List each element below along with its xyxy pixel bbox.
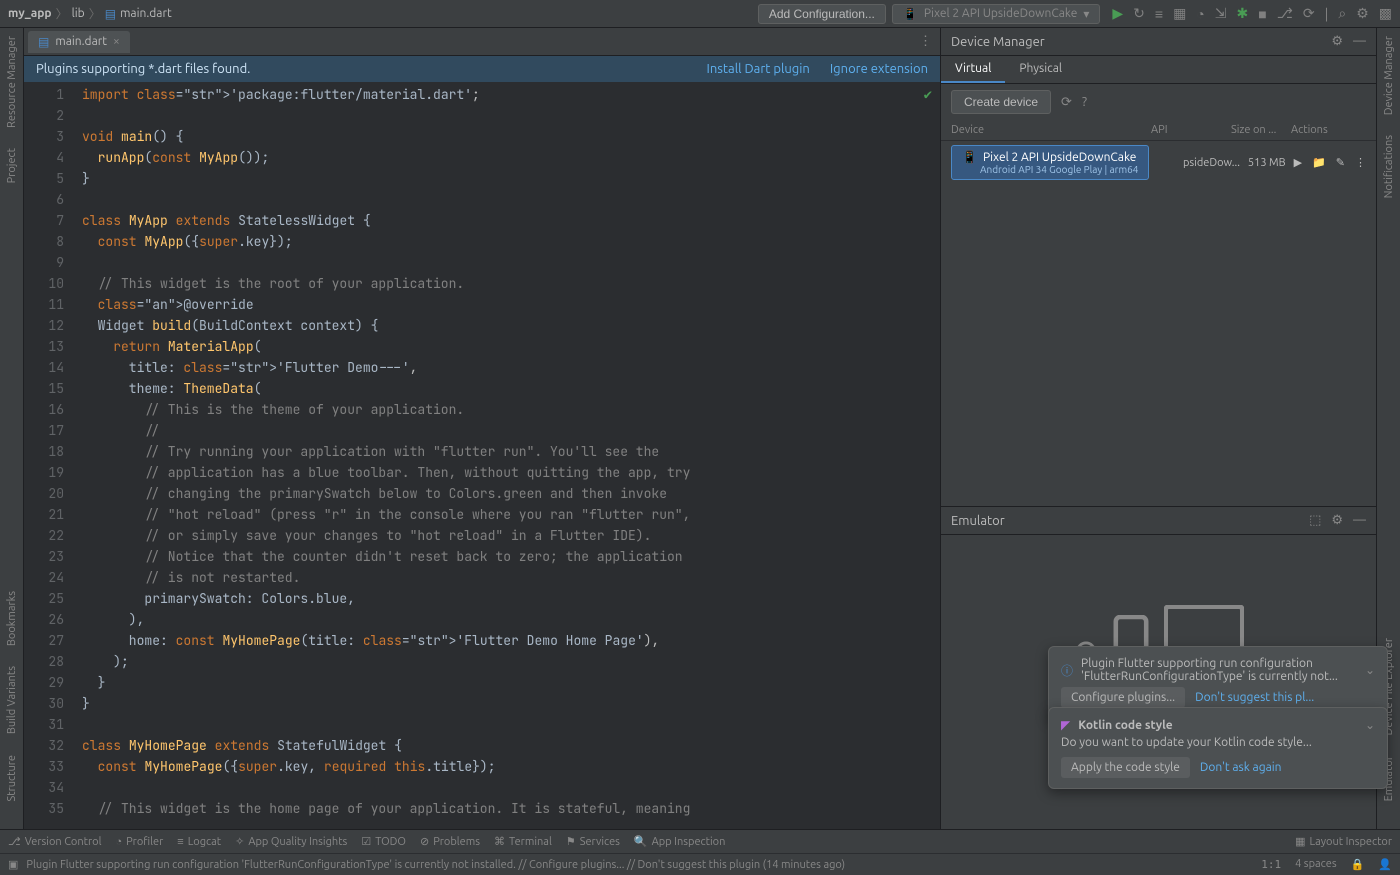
code-editor[interactable]: 1 2 3 4 5 6 7 8 9 10 11 12 13 14 15 16 1… — [24, 82, 940, 829]
run-icon[interactable]: ▶ — [1112, 5, 1123, 22]
chevron-down-icon[interactable]: ⌄ — [1365, 663, 1375, 677]
breadcrumb-project[interactable]: my_app — [8, 7, 52, 20]
notification-kotlin: ◤ Kotlin code style ⌄ Do you want to upd… — [1048, 707, 1388, 789]
rail-structure[interactable]: Structure — [6, 755, 18, 802]
tool-app-quality[interactable]: ✧ App Quality Insights — [235, 835, 347, 848]
dart-file-icon: ▤ — [38, 35, 49, 49]
minimize-icon[interactable]: — — [1353, 513, 1366, 528]
device-selector[interactable]: 📱 Pixel 2 API UpsideDownCake ▾ — [892, 4, 1100, 24]
plugin-banner: Plugins supporting *.dart files found. I… — [24, 56, 940, 82]
apply-code-style-button[interactable]: Apply the code style — [1061, 757, 1190, 778]
debug-icon[interactable]: ≡ — [1155, 6, 1163, 22]
dart-file-icon: ▤ — [105, 7, 116, 21]
coverage-icon[interactable]: ▦ — [1173, 5, 1186, 22]
device-api: psideDow... — [1183, 157, 1240, 169]
window-icon[interactable]: ⬚ — [1309, 513, 1321, 528]
kotlin-icon: ◤ — [1061, 718, 1070, 732]
tool-problems[interactable]: ⊘ Problems — [420, 835, 480, 848]
device-manager-header: Device Manager ⚙ — — [941, 28, 1376, 56]
create-device-button[interactable]: Create device — [951, 90, 1051, 114]
banner-message: Plugins supporting *.dart files found. — [36, 62, 250, 76]
add-configuration-button[interactable]: Add Configuration... — [758, 4, 886, 24]
close-icon[interactable]: × — [113, 35, 120, 48]
gear-icon[interactable]: ⚙ — [1331, 513, 1343, 528]
sync-icon[interactable]: ⟳ — [1303, 5, 1315, 22]
breadcrumb: my_app 〉 lib 〉 ▤main.dart — [8, 5, 172, 22]
device-row[interactable]: 📱Pixel 2 API UpsideDownCake Android API … — [941, 141, 1376, 184]
status-message: Plugin Flutter supporting run configurat… — [26, 859, 845, 871]
rail-resource-manager[interactable]: Resource Manager — [6, 36, 18, 128]
bug-icon[interactable]: ✱ — [1237, 5, 1249, 22]
rerun-icon[interactable]: ↻ — [1133, 5, 1145, 22]
tool-services[interactable]: ⚑ Services — [566, 835, 620, 848]
rail-build-variants[interactable]: Build Variants — [6, 666, 18, 734]
edit-icon[interactable]: ✎ — [1336, 156, 1345, 169]
play-icon[interactable]: ▶ — [1294, 156, 1302, 169]
tab-virtual[interactable]: Virtual — [941, 56, 1005, 83]
tool-app-inspection[interactable]: 🔍 App Inspection — [634, 835, 725, 848]
minimize-icon[interactable]: — — [1353, 34, 1366, 49]
chevron-down-icon: ▾ — [1083, 7, 1089, 21]
emulator-header: Emulator ⬚ ⚙ — — [941, 507, 1376, 535]
help-icon[interactable]: ? — [1082, 95, 1087, 109]
tool-profiler[interactable]: ◔ Profiler — [115, 836, 163, 848]
gear-icon[interactable]: ⚙ — [1331, 34, 1343, 49]
notification-title: Plugin Flutter supporting run configurat… — [1081, 657, 1357, 683]
profile-icon[interactable]: ◔ — [1196, 6, 1204, 22]
tool-logcat[interactable]: ≡ Logcat — [177, 836, 221, 848]
configure-plugins-button[interactable]: Configure plugins... — [1061, 687, 1185, 708]
tool-version-control[interactable]: ⎇ Version Control — [8, 835, 101, 848]
dont-ask-link[interactable]: Don't ask again — [1200, 761, 1282, 774]
caret-position[interactable]: 1:1 — [1261, 858, 1281, 871]
indent-setting[interactable]: 4 spaces — [1295, 858, 1337, 871]
status-person-icon[interactable]: 👤 — [1378, 858, 1392, 871]
rail-device-manager[interactable]: Device Manager — [1383, 36, 1395, 115]
lock-icon[interactable]: 🔒 — [1351, 858, 1365, 871]
vcs-icon[interactable]: ⎇ — [1277, 5, 1293, 22]
attach-icon[interactable]: ⇲ — [1215, 5, 1227, 22]
rail-notifications[interactable]: Notifications — [1383, 135, 1395, 198]
tool-todo[interactable]: ☑ TODO — [361, 835, 406, 848]
phone-icon: 📱 — [962, 150, 977, 164]
tab-physical[interactable]: Physical — [1005, 56, 1076, 83]
settings-icon[interactable]: ⚙ — [1356, 5, 1369, 22]
device-size: 513 MB — [1248, 157, 1286, 169]
breadcrumb-file[interactable]: ▤main.dart — [105, 7, 172, 21]
install-plugin-link[interactable]: Install Dart plugin — [707, 62, 810, 76]
rail-project[interactable]: Project — [6, 148, 18, 183]
line-gutter: 1 2 3 4 5 6 7 8 9 10 11 12 13 14 15 16 1… — [24, 82, 82, 829]
device-chip[interactable]: 📱Pixel 2 API UpsideDownCake Android API … — [951, 145, 1149, 180]
folder-icon[interactable]: 📁 — [1312, 156, 1326, 169]
left-toolwindow-rail: Resource Manager Project Bookmarks Build… — [0, 28, 24, 829]
phone-icon: 📱 — [903, 7, 918, 21]
tool-terminal[interactable]: ⌘ Terminal — [494, 835, 552, 848]
tool-layout-inspector[interactable]: ▦ Layout Inspector — [1295, 835, 1392, 848]
rail-bookmarks[interactable]: Bookmarks — [6, 591, 18, 646]
ignore-extension-link[interactable]: Ignore extension — [830, 62, 928, 76]
notification-title: Kotlin code style — [1078, 719, 1173, 732]
info-icon: ⓘ — [1061, 662, 1073, 679]
stop-icon[interactable]: ■ — [1258, 6, 1266, 22]
more-icon[interactable]: ⋮ — [1355, 156, 1366, 169]
chevron-down-icon[interactable]: ⌄ — [1365, 718, 1375, 732]
dont-suggest-link[interactable]: Don't suggest this pl... — [1195, 691, 1314, 704]
breadcrumb-folder[interactable]: lib — [72, 7, 85, 20]
editor-tab-main[interactable]: ▤ main.dart × — [28, 31, 130, 53]
device-table-header: Device API Size on ... Actions — [941, 120, 1376, 141]
tab-actions-menu[interactable]: ⋮ — [919, 34, 940, 49]
avatar-icon[interactable]: ▩ — [1379, 5, 1392, 22]
inspection-ok-icon[interactable]: ✔ — [924, 86, 932, 104]
status-win-icon[interactable]: ▣ — [8, 858, 18, 871]
search-icon[interactable]: ⌕ — [1338, 5, 1346, 22]
notification-body: Do you want to update your Kotlin code s… — [1061, 736, 1375, 749]
refresh-icon[interactable]: ⟳ — [1061, 95, 1072, 110]
